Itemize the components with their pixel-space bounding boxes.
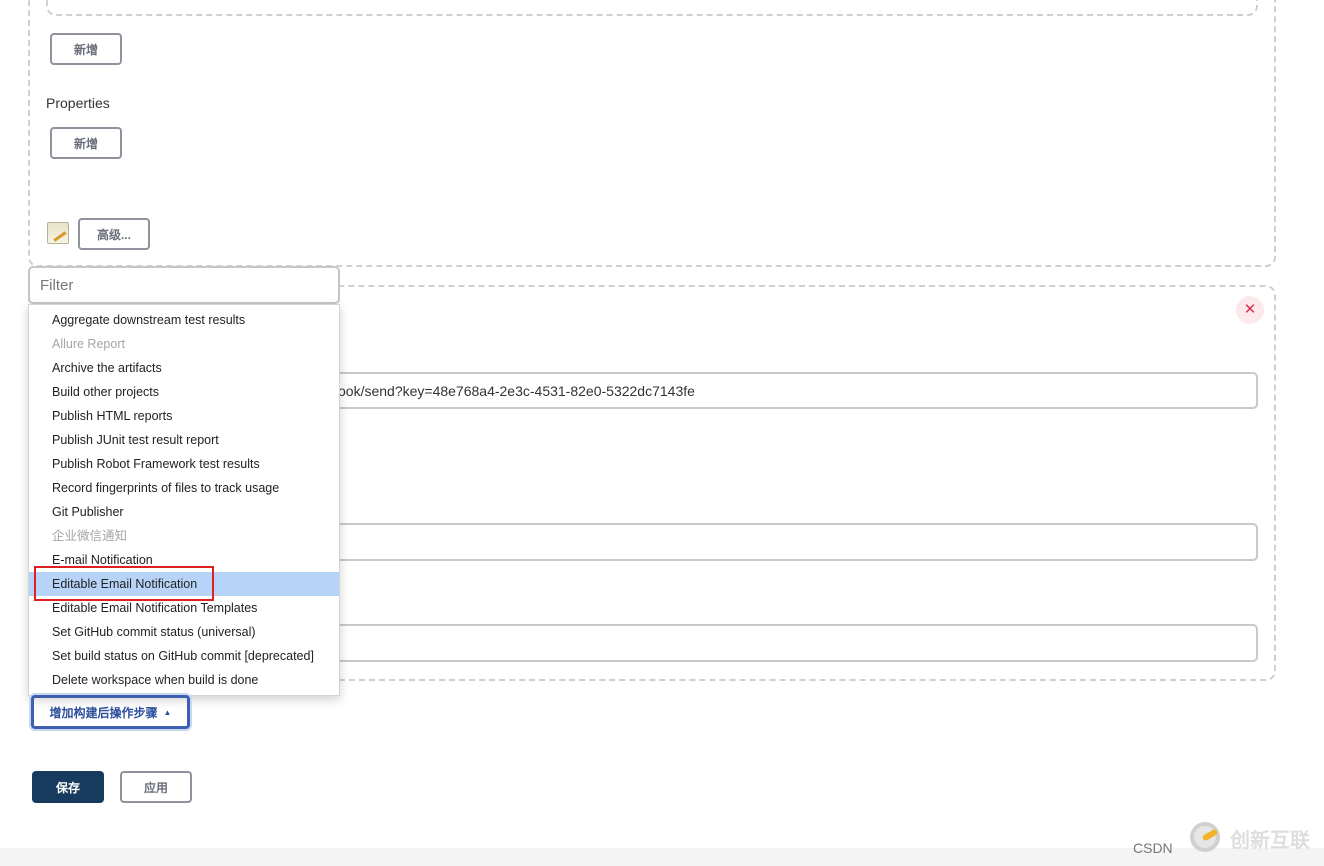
menu-item[interactable]: Publish JUnit test result report (29, 428, 339, 452)
menu-item[interactable]: Set GitHub commit status (universal) (29, 620, 339, 644)
brand-watermark: 创新互联 (1230, 830, 1310, 852)
delete-section-button[interactable]: ✕ (1236, 296, 1264, 324)
add-post-build-step-button[interactable]: 增加构建后操作步骤 ▲ (31, 695, 190, 729)
close-icon: ✕ (1243, 301, 1257, 318)
outer-section-1 (28, 0, 1276, 267)
save-button[interactable]: 保存 (32, 771, 104, 803)
advanced-button[interactable]: 高级... (78, 218, 150, 250)
add-button[interactable]: 新增 (50, 33, 122, 65)
filter-input[interactable]: Filter (28, 266, 340, 304)
post-build-action-menu: Aggregate downstream test results Allure … (28, 304, 340, 696)
csdn-watermark: CSDN (1133, 840, 1173, 856)
add-property-button[interactable]: 新增 (50, 127, 122, 159)
properties-label: Properties (46, 95, 110, 111)
menu-item[interactable]: Git Publisher (29, 500, 339, 524)
brand-logo (1190, 822, 1220, 852)
caret-up-icon: ▲ (163, 707, 172, 717)
filter-placeholder: Filter (40, 276, 74, 294)
menu-item[interactable]: Publish Robot Framework test results (29, 452, 339, 476)
annotation-red-box (34, 566, 214, 601)
menu-item: 企业微信通知 (52, 529, 128, 543)
menu-item[interactable]: Archive the artifacts (29, 356, 339, 380)
menu-item[interactable]: Set build status on GitHub commit [depre… (29, 644, 339, 668)
menu-item[interactable]: Aggregate downstream test results (29, 308, 339, 332)
footer-bar (0, 848, 1324, 866)
text-input-2[interactable] (300, 523, 1258, 561)
menu-item[interactable]: Publish HTML reports (29, 404, 339, 428)
webhook-url-value: ook/send?key=48e768a4-2e3c-4531-82e0-532… (338, 382, 695, 399)
apply-button[interactable]: 应用 (120, 771, 192, 803)
menu-item[interactable]: Delete workspace when build is done (29, 668, 339, 692)
menu-item[interactable]: Record fingerprints of files to track us… (29, 476, 339, 500)
add-post-build-label: 增加构建后操作步骤 (49, 705, 158, 720)
menu-item: Allure Report (52, 337, 125, 351)
inner-section (46, 0, 1258, 16)
webhook-url-input[interactable]: ook/send?key=48e768a4-2e3c-4531-82e0-532… (300, 372, 1258, 409)
notepad-icon[interactable] (47, 222, 69, 244)
menu-item[interactable]: Build other projects (29, 380, 339, 404)
text-input-3[interactable] (300, 624, 1258, 662)
